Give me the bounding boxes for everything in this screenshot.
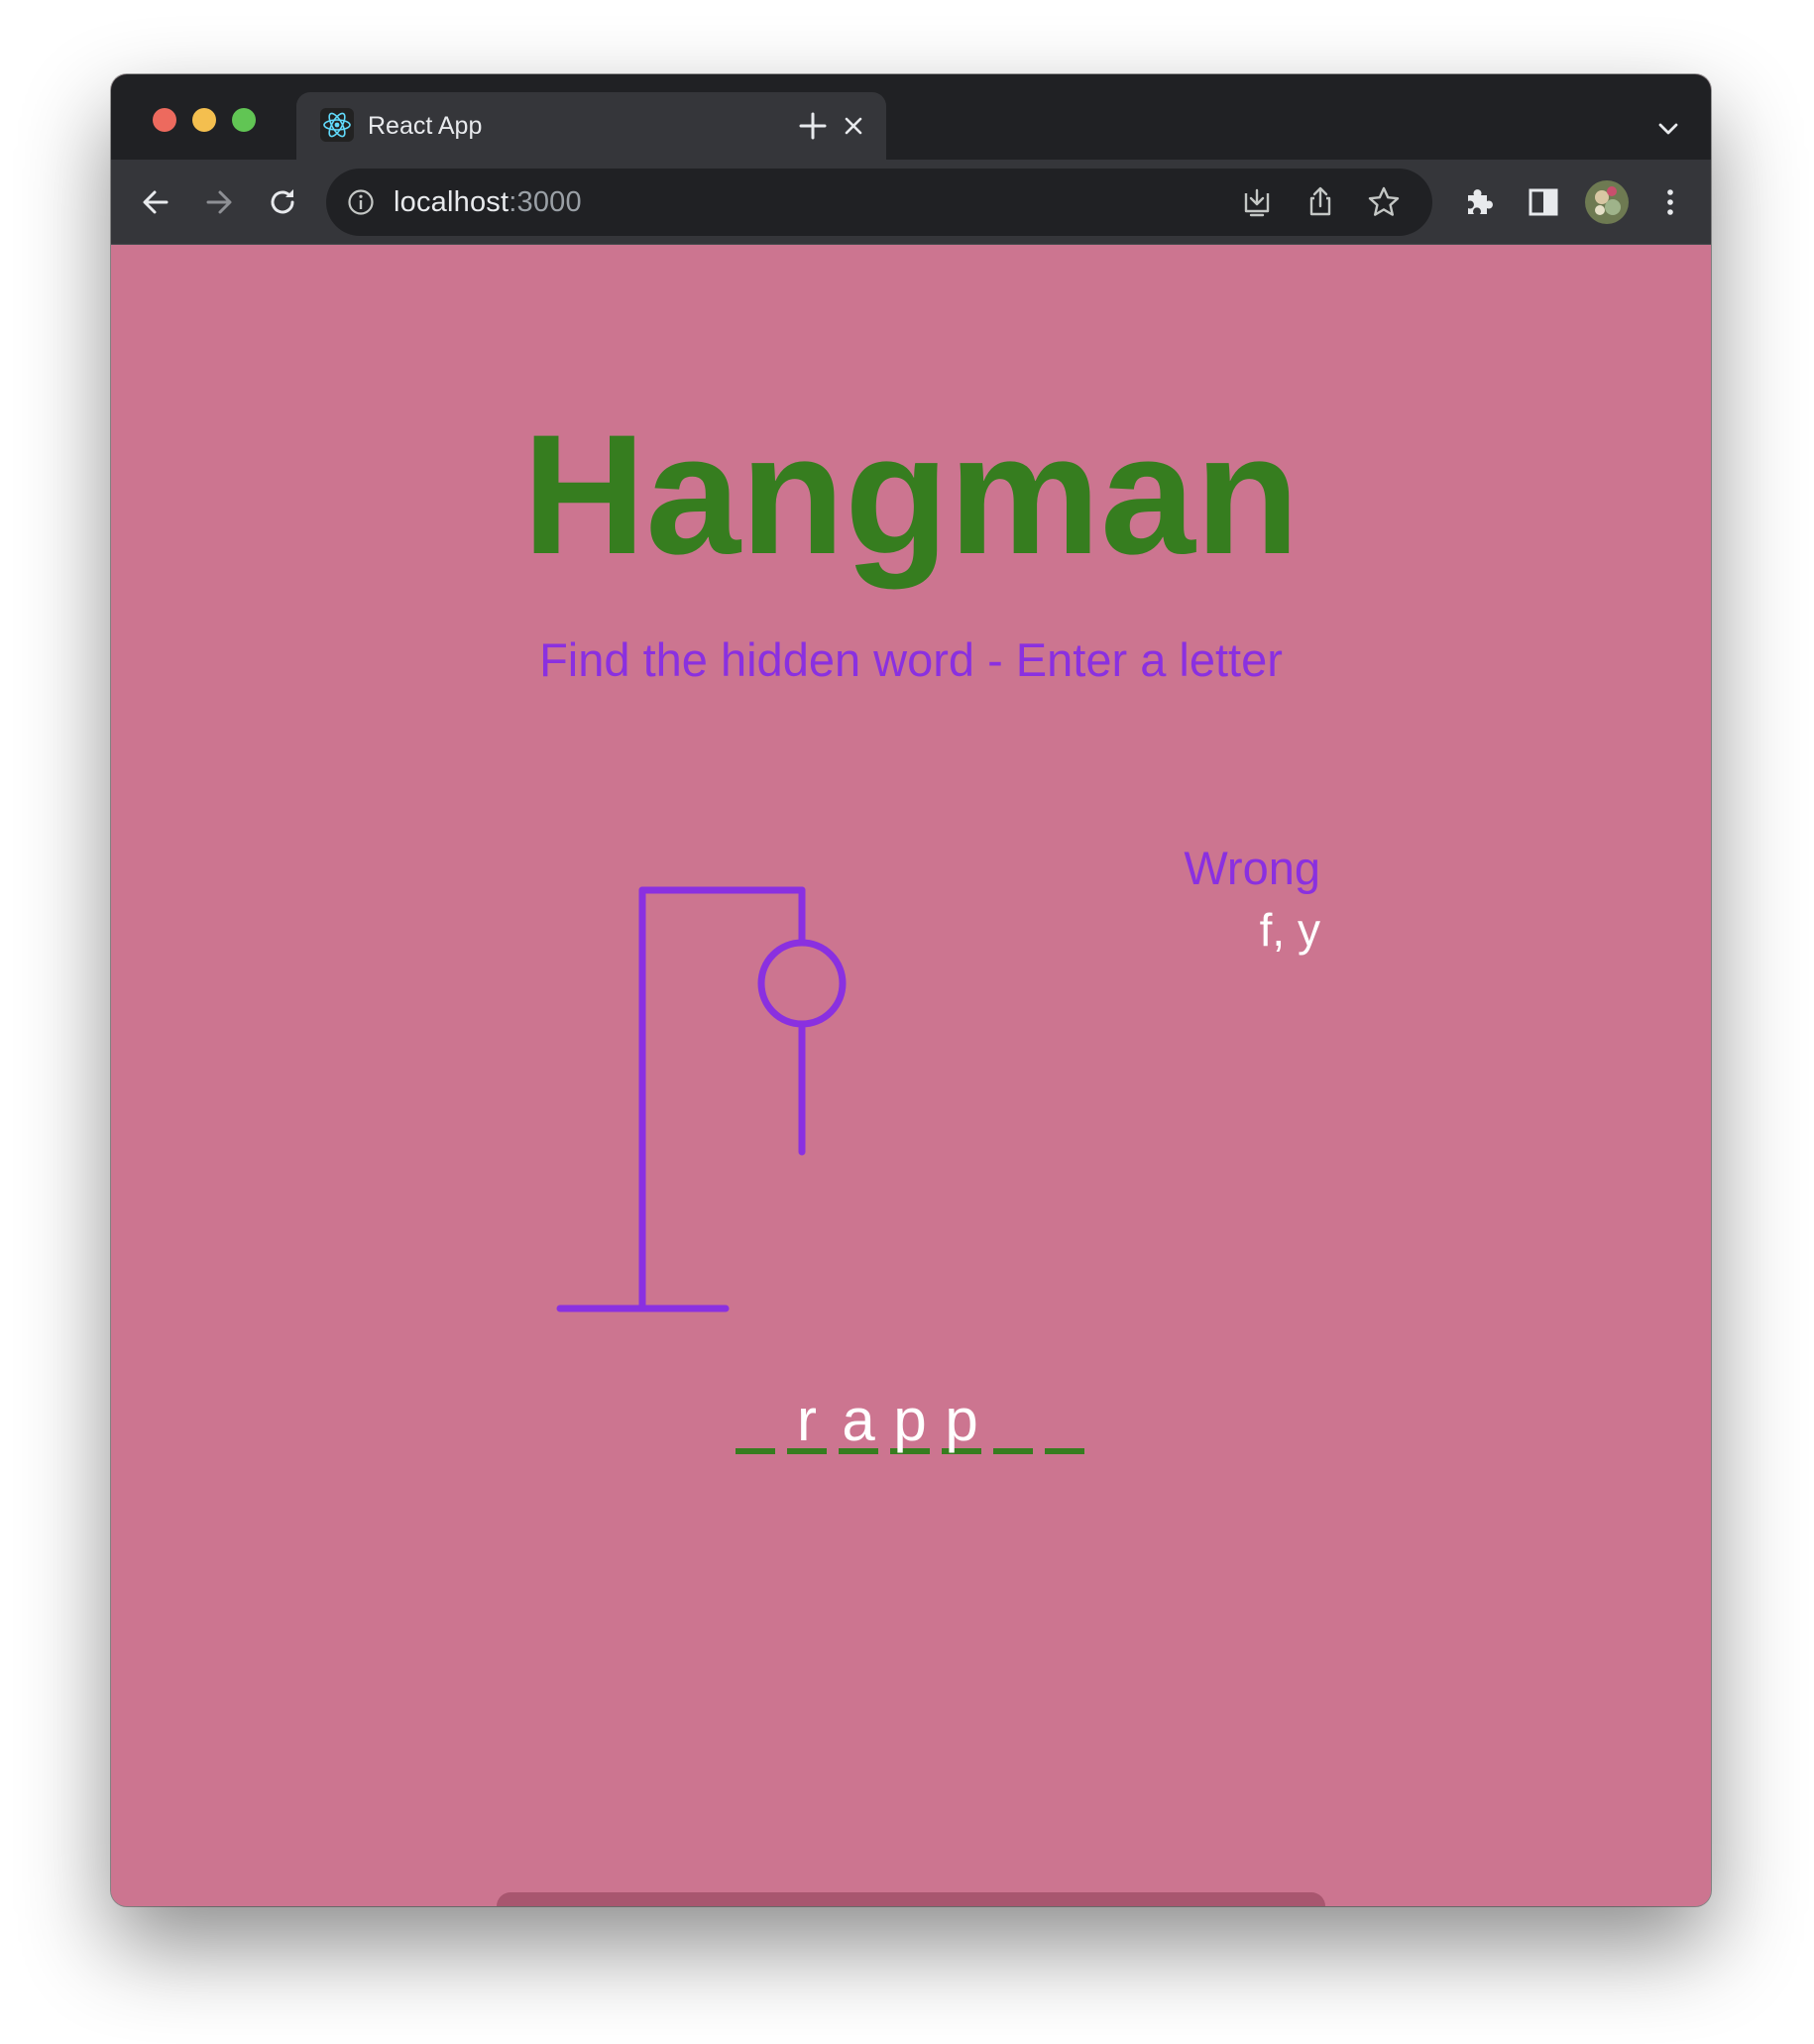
share-icon[interactable] (1302, 183, 1339, 221)
letter-slot (1045, 1393, 1084, 1454)
reload-icon[interactable] (264, 183, 301, 221)
close-icon[interactable] (838, 110, 869, 142)
wrong-letters: f, y (1259, 904, 1320, 956)
address-bar[interactable]: localhost:3000 (326, 169, 1432, 236)
url-host: localhost (394, 186, 510, 218)
tab-title: React App (368, 112, 483, 140)
zoom-window-button[interactable] (232, 108, 256, 132)
browser-window: React App localhost:3000 Hangman Find th… (111, 74, 1711, 1906)
page-content: Hangman Find the hidden word - Enter a l… (111, 245, 1711, 1906)
minimize-window-button[interactable] (192, 108, 216, 132)
letter-slot (993, 1393, 1033, 1454)
puzzle-icon[interactable] (1461, 183, 1499, 221)
letter-slot: a (839, 1391, 878, 1454)
info-icon[interactable] (346, 187, 376, 217)
back-arrow-icon[interactable] (137, 183, 174, 221)
react-favicon-icon (320, 108, 354, 142)
kebab-menu-icon[interactable] (1651, 183, 1689, 221)
install-icon[interactable] (1238, 183, 1276, 221)
wrong-label: Wrong (1184, 842, 1320, 894)
letter-slot: r (787, 1391, 827, 1454)
letter-slot (736, 1393, 775, 1454)
url-text: localhost:3000 (394, 185, 582, 219)
letter-slot: p (942, 1391, 981, 1454)
forward-arrow-icon[interactable] (200, 183, 238, 221)
hangman-head (757, 939, 847, 1028)
hangman-figure (556, 886, 847, 1312)
toolbar: localhost:3000 (111, 160, 1711, 245)
close-window-button[interactable] (153, 108, 176, 132)
avatar[interactable] (1582, 177, 1632, 227)
chevron-down-icon[interactable] (1653, 114, 1683, 144)
horizontal-scrollbar[interactable] (497, 1892, 1325, 1906)
wrong-guesses: Wrong f, y (1102, 845, 1320, 953)
side-panel-icon[interactable] (1525, 183, 1562, 221)
star-icon[interactable] (1365, 183, 1403, 221)
plus-icon[interactable] (795, 108, 831, 144)
letter-slot: p (890, 1391, 930, 1454)
hidden-word: r a p p (736, 1391, 1084, 1456)
tab-strip: React App (111, 74, 1711, 160)
url-port: :3000 (509, 186, 582, 218)
